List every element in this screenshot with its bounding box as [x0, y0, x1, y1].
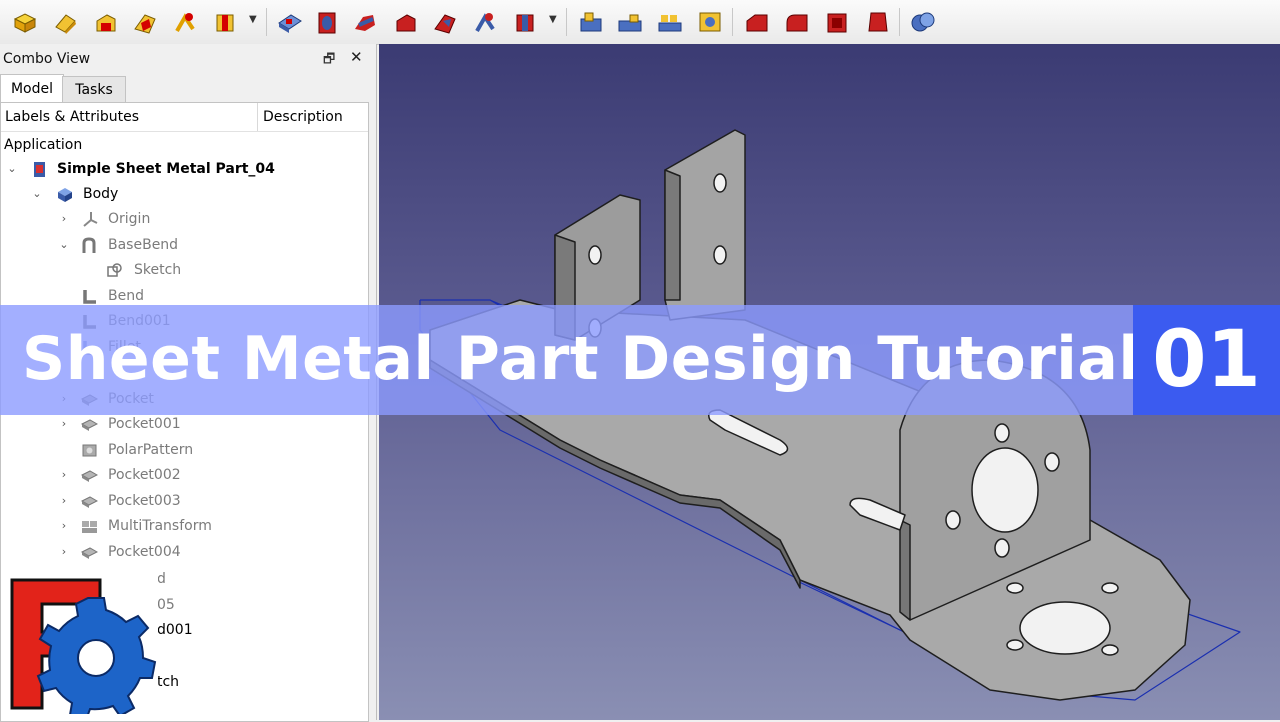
draft-icon[interactable] [862, 7, 892, 37]
chevron-down-icon[interactable]: ▼ [549, 14, 557, 25]
cylinder-icon[interactable] [50, 7, 80, 37]
face-icon[interactable] [210, 7, 240, 37]
column-header-labels[interactable]: Labels & Attributes [5, 109, 139, 125]
pocket-icon[interactable] [274, 7, 304, 37]
tab-tasks[interactable]: Tasks [62, 76, 126, 103]
close-icon[interactable]: ✕ [350, 48, 363, 66]
tree-item-origin[interactable]: › Origin [1, 207, 361, 231]
tree-item-label: PolarPattern [108, 442, 194, 458]
chevron-down-icon[interactable]: ⌄ [5, 157, 19, 181]
chevron-right-icon[interactable]: › [57, 412, 71, 436]
folding-icon[interactable] [130, 7, 160, 37]
mirror-icon[interactable] [510, 7, 540, 37]
toolbar: ▼ ▼ [0, 0, 1280, 45]
polarpattern-icon [81, 442, 98, 459]
relief-icon[interactable] [350, 7, 380, 37]
tree-item-pocket003[interactable]: › Pocket003 [1, 489, 361, 513]
combo-view-title: Combo View [3, 51, 91, 67]
sweep-icon[interactable] [470, 7, 500, 37]
fillet-icon[interactable] [782, 7, 812, 37]
partial-item: 05 [157, 597, 175, 613]
tree-item-label: Sketch [134, 262, 182, 278]
tree-item-label: Pocket004 [108, 544, 181, 560]
column-header-description[interactable]: Description [263, 109, 343, 125]
corner-icon[interactable] [390, 7, 420, 37]
document-icon [31, 161, 48, 178]
title-banner: Sheet Metal Part Design Tutorial 01 [0, 305, 1280, 415]
pattern-c-icon[interactable] [655, 7, 685, 37]
bend-icon [81, 288, 98, 305]
freecad-logo [8, 574, 158, 722]
pocket-icon [80, 493, 99, 510]
tree-item-pocket002[interactable]: › Pocket002 [1, 463, 361, 487]
episode-badge: 01 [1133, 305, 1280, 415]
tab-model[interactable]: Model [0, 74, 64, 103]
unfold-icon[interactable] [170, 7, 200, 37]
origin-icon [81, 211, 98, 228]
tab-icon[interactable] [430, 7, 460, 37]
chevron-right-icon[interactable]: › [57, 540, 71, 564]
banner-title: Sheet Metal Part Design Tutorial [22, 324, 1140, 394]
shell-icon[interactable] [822, 7, 852, 37]
box-icon[interactable] [10, 7, 40, 37]
tree-item-label: Origin [108, 211, 151, 227]
tree-item-multitransform[interactable]: › MultiTransform [1, 514, 361, 538]
tree-item-label: MultiTransform [108, 518, 212, 534]
tree-item-body[interactable]: ⌄ Body [1, 182, 361, 206]
tree-item-label: Pocket002 [108, 467, 181, 483]
application-label: Application [4, 137, 83, 153]
pattern-a-icon[interactable] [576, 7, 606, 37]
sketch-icon [106, 262, 123, 279]
tree-item-pocket001[interactable]: › Pocket001 [1, 412, 361, 436]
chevron-right-icon[interactable]: › [57, 514, 71, 538]
pocket-icon [80, 544, 99, 561]
document-label: Simple Sheet Metal Part_04 [57, 161, 275, 177]
tree-item-document[interactable]: ⌄ Simple Sheet Metal Part_04 [1, 157, 361, 181]
partial-item: d [157, 571, 166, 587]
body-label: Body [83, 186, 119, 202]
pocket-icon [80, 416, 99, 433]
hole-icon[interactable] [312, 7, 342, 37]
tree-item-polarpattern[interactable]: PolarPattern [1, 438, 361, 462]
chevron-right-icon[interactable]: › [57, 463, 71, 487]
tree-item-label: BaseBend [108, 237, 179, 253]
pocket-icon [80, 467, 99, 484]
chevron-down-icon[interactable]: ⌄ [30, 182, 44, 206]
chevron-down-icon[interactable]: ▼ [249, 14, 257, 25]
episode-number: 01 [1152, 315, 1261, 405]
pattern-d-icon[interactable] [695, 7, 725, 37]
wedge-icon[interactable] [90, 7, 120, 37]
tab-bar: Model Tasks [0, 74, 376, 103]
pattern-b-icon[interactable] [615, 7, 645, 37]
chevron-right-icon[interactable]: › [57, 207, 71, 231]
basebend-icon [81, 237, 98, 254]
tree-item-label: Pocket003 [108, 493, 181, 509]
tree-item-label: Pocket001 [108, 416, 181, 432]
tree-item-basebend[interactable]: ⌄ BaseBend [1, 233, 361, 257]
chamfer-icon[interactable] [742, 7, 772, 37]
partial-item: tch [157, 674, 180, 690]
body-icon [56, 186, 73, 203]
partial-item: d001 [157, 622, 193, 638]
tree-item-sketch[interactable]: Sketch [1, 258, 361, 282]
chevron-right-icon[interactable]: › [57, 489, 71, 513]
chevron-down-icon[interactable]: ⌄ [57, 233, 71, 257]
tree-item-pocket004[interactable]: › Pocket004 [1, 540, 361, 564]
boolean-icon[interactable] [908, 7, 938, 37]
multitransform-icon [81, 518, 98, 535]
float-icon[interactable]: 🗗 [323, 50, 335, 72]
tree-header: Labels & Attributes Description [1, 103, 368, 132]
